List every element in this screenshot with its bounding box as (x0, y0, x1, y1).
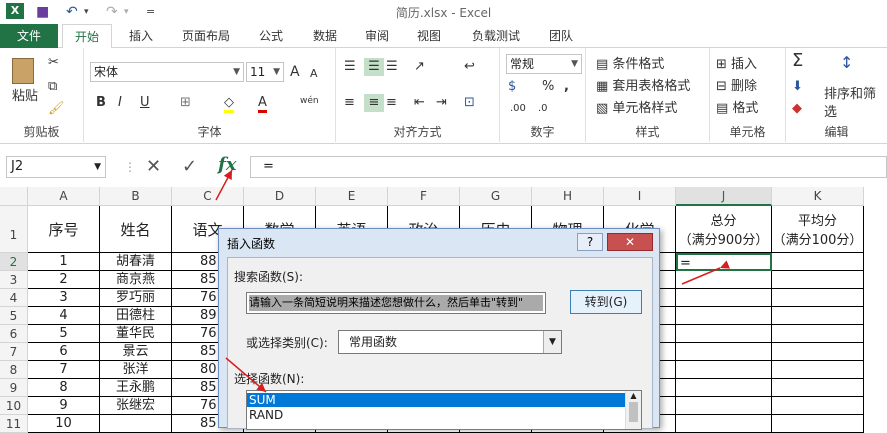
annotation-arrows (215, 169, 731, 393)
arrow-to-sum (225, 357, 267, 393)
arrow-to-fx (215, 169, 233, 201)
arrow-to-j2 (681, 260, 731, 285)
